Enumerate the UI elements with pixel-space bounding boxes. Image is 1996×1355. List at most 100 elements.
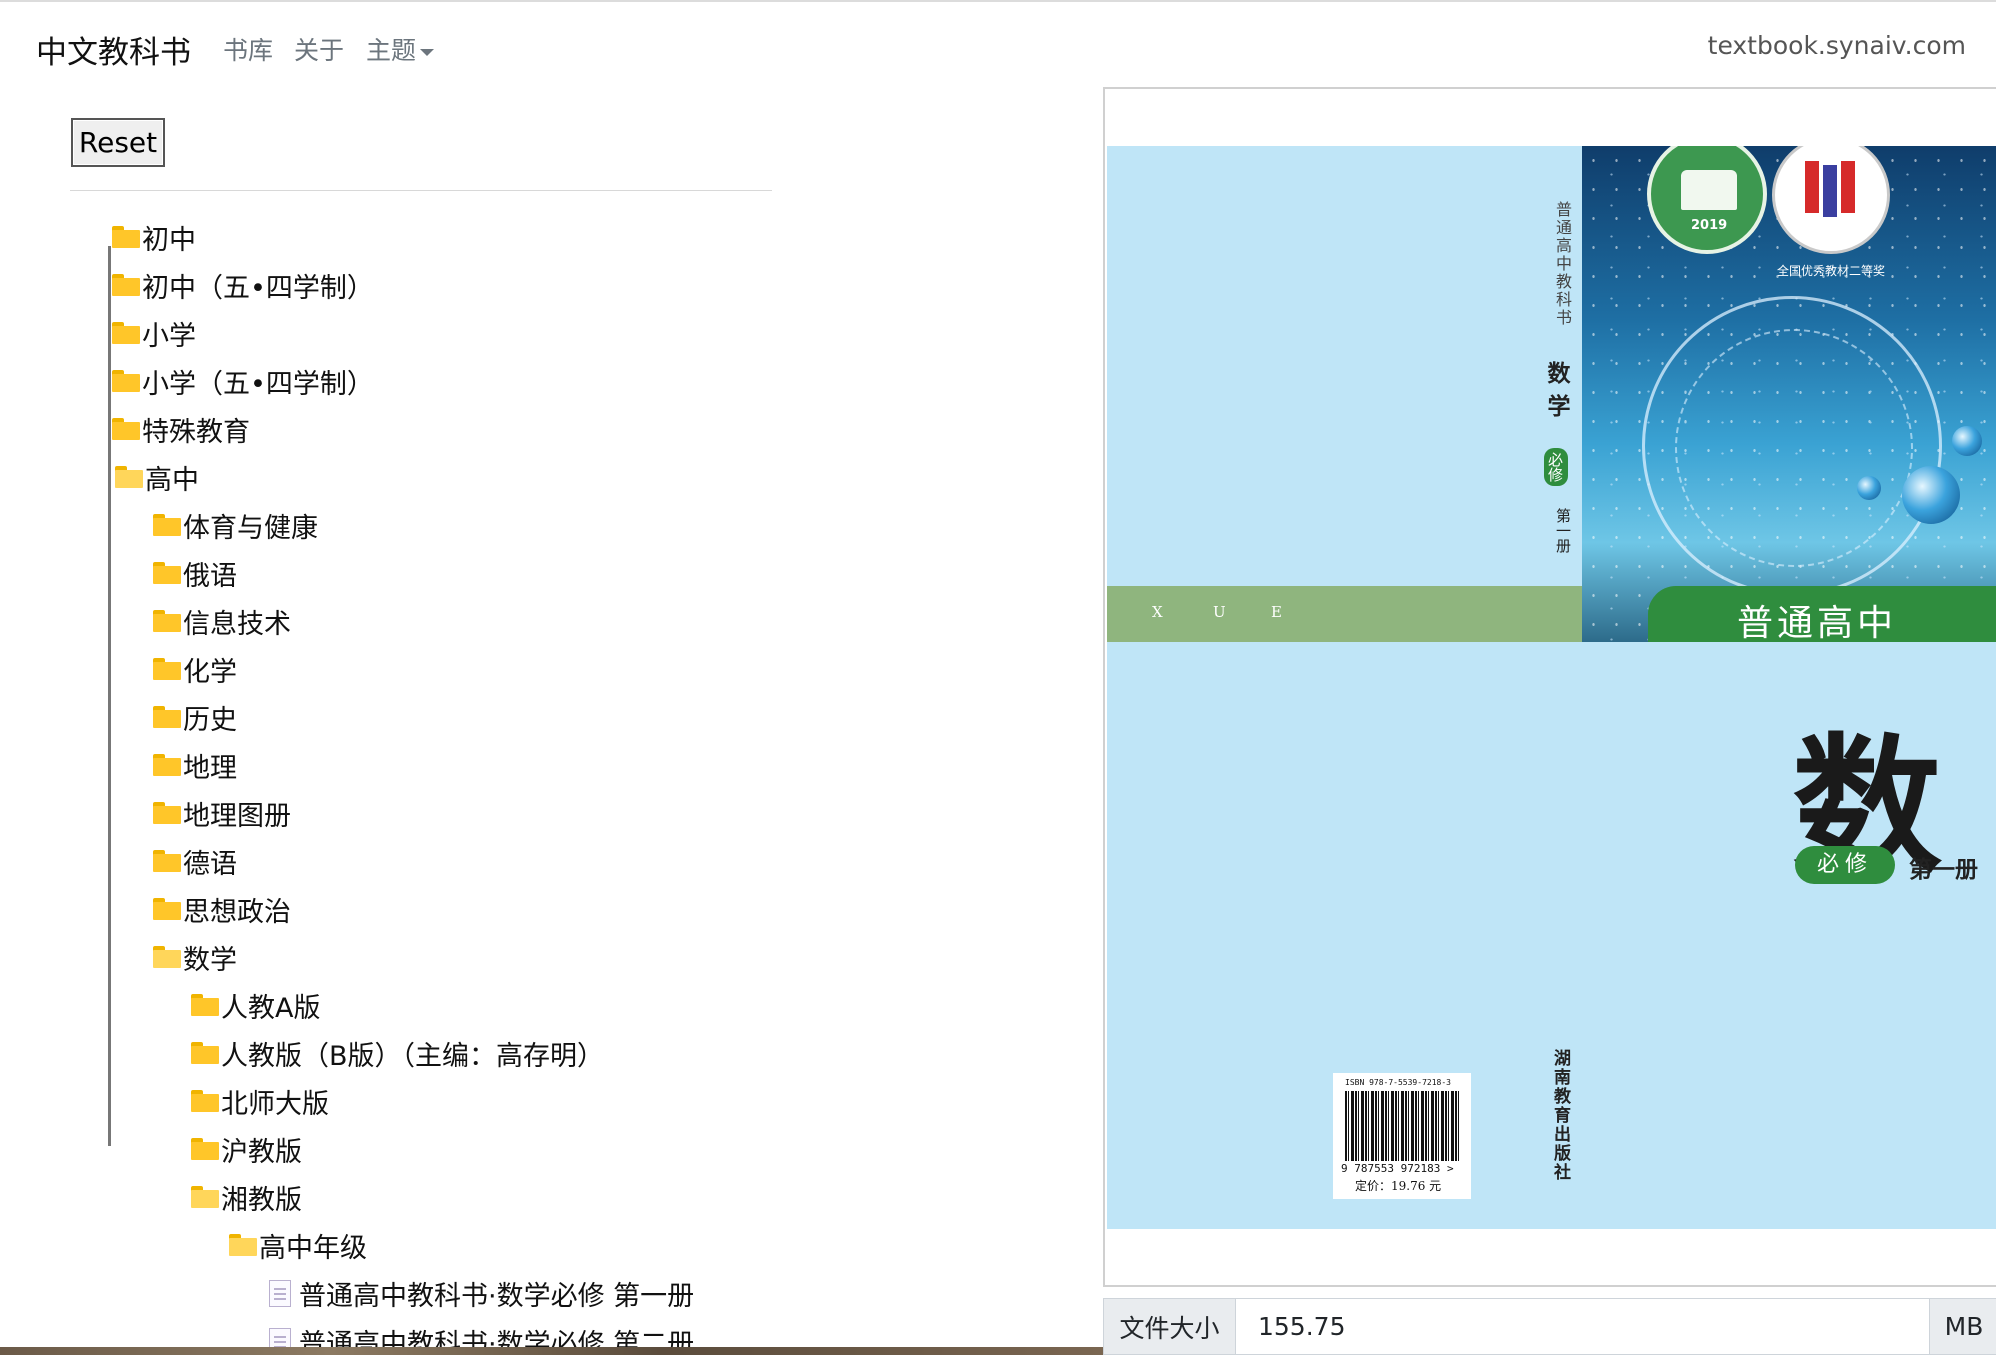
series-banner: 普通高中	[1582, 586, 1996, 644]
tree-subject[interactable]: 地理	[153, 742, 237, 788]
nav-link-library[interactable]: 书库	[223, 31, 273, 67]
file-size-unit: MB	[1929, 1298, 1996, 1355]
folder-label: 特殊教育	[142, 416, 250, 448]
tree-subject[interactable]: 思想政治	[153, 886, 291, 932]
molecule-sphere	[1857, 476, 1881, 500]
folder-label: 初中	[142, 224, 196, 256]
site-url: textbook.synaiv.com	[1707, 31, 1966, 60]
folder-label: 小学（五•四学制）	[142, 368, 374, 400]
tree-folder-senior-open[interactable]: 高中	[115, 454, 199, 500]
folder-icon	[153, 754, 181, 776]
folder-label: 体育与健康	[183, 512, 318, 544]
tree-subject[interactable]: 地理图册	[153, 790, 291, 836]
seal-year: 2019	[1691, 218, 1728, 233]
required-badge: 必修	[1795, 846, 1895, 884]
folder-icon	[153, 658, 181, 680]
folder-label: 思想政治	[183, 896, 291, 928]
isbn-digits: 9 787553 972183 >	[1341, 1162, 1454, 1175]
nav-theme-dropdown[interactable]: 主题	[366, 31, 435, 67]
folder-label: 小学	[142, 320, 196, 352]
folder-tree: 初中 初中（五•四学制） 小学 小学（五•四学制） 特殊教育 高中 体育与健康 …	[0, 210, 860, 1355]
tree-file-selected[interactable]: 普通高中教科书·数学必修 第一册	[269, 1270, 694, 1316]
folder-icon	[191, 994, 219, 1016]
tree-edition[interactable]: 人教版（B版）（主编：高存明）	[191, 1030, 604, 1076]
folder-icon	[112, 274, 140, 296]
folder-icon	[112, 418, 140, 440]
folder-open-icon	[191, 1186, 219, 1208]
tree-folder-junior[interactable]: 初中	[112, 214, 196, 260]
reset-button[interactable]: Reset	[71, 118, 165, 167]
file-label: 普通高中教科书·数学必修 第一册	[299, 1280, 695, 1312]
band-letter: X	[1152, 603, 1163, 621]
folder-icon	[153, 802, 181, 824]
taskbar-strip	[0, 1347, 1103, 1355]
tree-edition-xiangjiao-open[interactable]: 湘教版	[191, 1174, 302, 1220]
folder-open-icon	[115, 466, 143, 488]
tree-folder-primary-54[interactable]: 小学（五•四学制）	[112, 358, 374, 404]
folder-open-icon	[153, 946, 181, 968]
brand-link[interactable]: 中文教科书	[36, 27, 191, 72]
folder-label: 沪教版	[221, 1136, 302, 1168]
folder-label: 人教A版	[221, 992, 321, 1024]
theme-label: 主题	[366, 36, 417, 65]
book-cover-image: 普通高中教科书 数学 必修 第一册 湖南教育出版社 X U E 2019 全国优…	[1107, 146, 1996, 1229]
isbn-text: ISBN 978-7-5539-7218-3	[1345, 1078, 1451, 1087]
pdf-viewer[interactable]: 普通高中教科书 数学 必修 第一册 湖南教育出版社 X U E 2019 全国优…	[1103, 87, 1996, 1287]
folder-icon	[191, 1042, 219, 1064]
band-letter: E	[1271, 603, 1282, 621]
folder-icon	[153, 514, 181, 536]
price-text: 定价：19.76 元	[1355, 1179, 1442, 1193]
tree-subject[interactable]: 德语	[153, 838, 237, 884]
isbn-barcode: ISBN 978-7-5539-7218-3 9 787553 972183 >…	[1333, 1073, 1471, 1199]
document-icon	[269, 1279, 291, 1307]
tree-subject-math-open[interactable]: 数学	[153, 934, 237, 980]
folder-icon	[112, 370, 140, 392]
tree-subject[interactable]: 俄语	[153, 550, 237, 596]
folder-open-icon	[229, 1234, 257, 1256]
folder-label: 信息技术	[183, 608, 291, 640]
tree-grade-open[interactable]: 高中年级	[229, 1222, 367, 1268]
molecule-sphere	[1902, 466, 1960, 524]
back-cover-band: X U E	[1107, 586, 1582, 642]
folder-icon	[153, 898, 181, 920]
folder-icon	[112, 322, 140, 344]
folder-icon	[191, 1138, 219, 1160]
spine-publisher-text: 湖南教育出版社	[1550, 1049, 1570, 1182]
folder-label: 地理图册	[183, 800, 291, 832]
spine-subject-text: 数学	[1543, 361, 1570, 427]
folder-label: 人教版（B版）（主编：高存明）	[221, 1040, 605, 1072]
folder-icon	[153, 850, 181, 872]
series-banner-text: 普通高中	[1737, 603, 1898, 644]
cover-photo: 2019 全国优秀教材二等奖	[1582, 146, 1996, 642]
folder-label: 俄语	[183, 560, 237, 592]
file-size-input[interactable]	[1235, 1298, 1996, 1355]
file-size-label: 文件大小	[1103, 1298, 1236, 1355]
caret-down-icon	[420, 48, 435, 56]
tree-subject[interactable]: 体育与健康	[153, 502, 318, 548]
navbar: 中文教科书 书库 关于 主题 textbook.synaiv.com	[0, 2, 1996, 88]
tree-subject[interactable]: 化学	[153, 646, 237, 692]
tree-edition[interactable]: 人教A版	[191, 982, 320, 1028]
spine-badge: 必修	[1544, 448, 1568, 486]
folder-icon	[112, 226, 140, 248]
tree-subject[interactable]: 历史	[153, 694, 237, 740]
folder-label: 高中	[145, 464, 199, 496]
tree-subject[interactable]: 信息技术	[153, 598, 291, 644]
tree-edition[interactable]: 北师大版	[191, 1078, 329, 1124]
folder-label: 湘教版	[221, 1184, 302, 1216]
folder-label: 北师大版	[221, 1088, 329, 1120]
barcode-bars	[1345, 1091, 1459, 1161]
cover-volume-title: 第一册	[1909, 856, 1978, 883]
divider	[70, 190, 772, 191]
molecule-sphere	[1952, 426, 1982, 456]
nav-link-about[interactable]: 关于	[294, 31, 344, 67]
award-text: 全国优秀教材二等奖	[1777, 264, 1886, 278]
folder-label: 历史	[183, 704, 237, 736]
folder-label: 数学	[183, 944, 237, 976]
band-letter: U	[1213, 603, 1226, 621]
tree-folder-special-ed[interactable]: 特殊教育	[112, 406, 250, 452]
folder-icon	[191, 1090, 219, 1112]
tree-folder-primary[interactable]: 小学	[112, 310, 196, 356]
tree-edition[interactable]: 沪教版	[191, 1126, 302, 1172]
tree-folder-junior-54[interactable]: 初中（五•四学制）	[112, 262, 374, 308]
